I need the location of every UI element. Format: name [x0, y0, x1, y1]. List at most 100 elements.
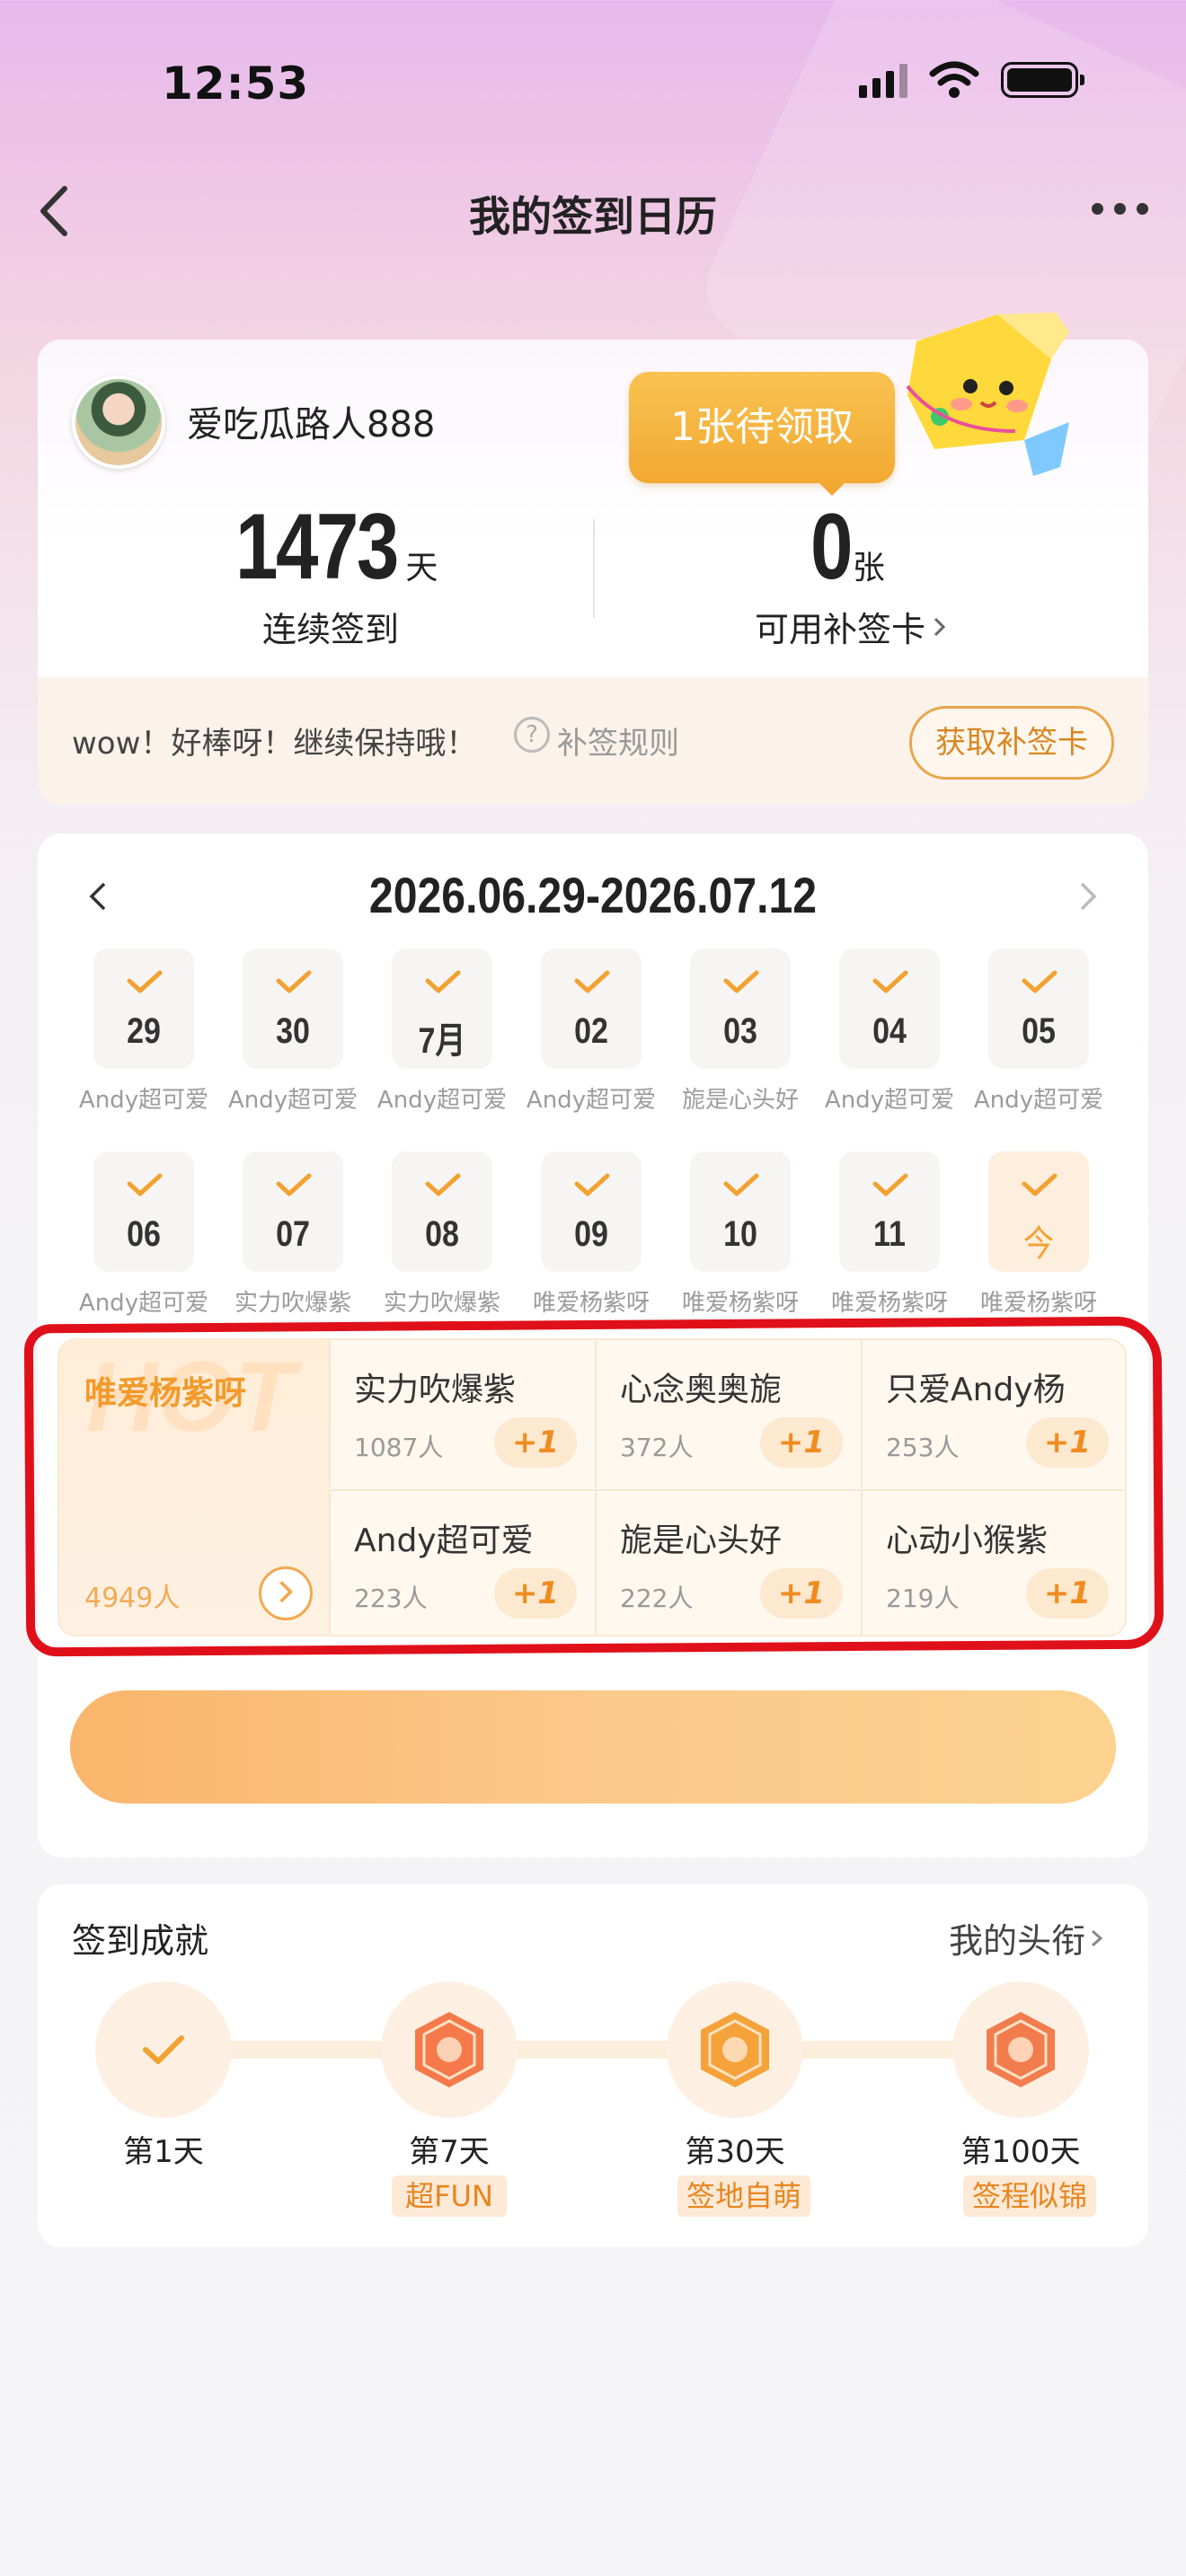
status-icons — [859, 61, 1084, 99]
calendar-day[interactable]: 11 — [839, 1151, 940, 1272]
day-signin-name: Andy超可爱 — [526, 1087, 657, 1114]
day-signin-name: Andy超可爱 — [78, 1087, 209, 1114]
calendar-day[interactable]: 29 — [93, 948, 194, 1069]
calendar-day[interactable]: 07 — [243, 1151, 343, 1272]
cards-unit: 张 — [852, 550, 885, 587]
calendar-day[interactable]: 今 — [988, 1151, 1089, 1272]
check-icon — [276, 1173, 312, 1196]
page-title: 我的签到日历 — [469, 192, 717, 241]
username: 爱吃瓜路人888 — [187, 404, 436, 446]
achievement-track — [162, 2041, 1024, 2059]
day-number: 06 — [127, 1214, 161, 1254]
day-number: 10 — [723, 1214, 757, 1254]
day-signin-name: 唯爱杨紫呀 — [830, 1290, 948, 1317]
my-titles-label: 我的头衔 — [949, 1921, 1086, 1961]
day-signin-name: Andy超可爱 — [376, 1087, 508, 1114]
medal-title-tag: 签程似锦 — [963, 2175, 1097, 2217]
calendar-day[interactable]: 10 — [690, 1151, 791, 1272]
day-number: 03 — [723, 1011, 757, 1051]
calendar-day[interactable]: 30 — [243, 948, 343, 1069]
streak-stat: 1473 天 — [235, 494, 438, 601]
badge-icon — [987, 2012, 1055, 2087]
check-icon — [574, 1173, 610, 1196]
day-number: 09 — [574, 1214, 608, 1254]
day-signin-name: Andy超可爱 — [824, 1087, 955, 1114]
battery-icon — [1001, 62, 1084, 98]
wifi-icon — [929, 61, 979, 98]
calendar-day[interactable]: 08 — [392, 1151, 492, 1272]
question-icon[interactable]: ? — [514, 717, 550, 753]
check-icon — [425, 970, 461, 993]
check-icon — [1022, 1173, 1058, 1196]
streak-value: 1473 — [235, 495, 399, 599]
achievements-title: 签到成就 — [72, 1921, 209, 1961]
calendar-day[interactable]: 06 — [93, 1151, 194, 1272]
calendar-day[interactable]: 04 — [839, 948, 940, 1069]
calendar-day[interactable]: 7月 — [392, 948, 492, 1069]
day-signin-name: 实力吹爆紫 — [383, 1290, 500, 1317]
check-icon — [574, 970, 610, 993]
date-range: 2026.06.29-2026.07.12 — [368, 867, 818, 923]
check-icon — [276, 970, 312, 993]
medal-day-label: 第1天 — [123, 2134, 204, 2170]
check-icon — [723, 970, 759, 993]
my-titles-link[interactable]: 我的头衔 — [949, 1913, 1107, 1963]
chevron-right-icon — [934, 617, 946, 636]
next-week-arrow-icon[interactable] — [1069, 878, 1105, 914]
medal-day-label: 第7天 — [409, 2134, 490, 2170]
cards-label: 可用补签卡 — [755, 610, 926, 649]
cards-stat[interactable]: 0张 — [810, 494, 885, 601]
day-signin-name: Andy超可爱 — [78, 1290, 209, 1317]
rules-link[interactable]: 补签规则 — [557, 719, 679, 763]
streak-label: 连续签到 — [262, 610, 400, 649]
badge-icon — [701, 2012, 769, 2087]
calendar-day[interactable]: 02 — [541, 948, 642, 1069]
avatar[interactable] — [72, 375, 165, 469]
day-signin-name: 唯爱杨紫呀 — [681, 1290, 799, 1317]
cards-value: 0 — [810, 495, 853, 599]
check-icon — [127, 1173, 163, 1196]
pending-card-bubble[interactable]: 1张待领取 — [629, 372, 895, 483]
day-number: 04 — [872, 1011, 907, 1051]
day-number: 08 — [425, 1214, 459, 1254]
day-signin-name: 旎是心头好 — [681, 1087, 799, 1114]
achievement-medal[interactable] — [667, 1981, 803, 2118]
streak-unit: 天 — [405, 550, 438, 587]
day-number: 05 — [1022, 1011, 1056, 1051]
signal-icon — [859, 62, 907, 98]
sign-in-button[interactable] — [70, 1690, 1116, 1804]
stat-divider — [593, 519, 595, 618]
achievement-medal[interactable] — [952, 1981, 1089, 2118]
medal-day-label: 第100天 — [960, 2134, 1081, 2170]
day-signin-name: 实力吹爆紫 — [234, 1290, 351, 1317]
check-icon — [425, 1173, 461, 1196]
day-number: 02 — [574, 1011, 608, 1051]
calendar-day[interactable]: 05 — [988, 948, 1089, 1069]
day-signin-name: Andy超可爱 — [973, 1087, 1104, 1114]
check-icon — [1022, 970, 1058, 993]
day-number: 30 — [276, 1011, 310, 1051]
encouragement-text: wow！好棒呀！继续保持哦！ — [72, 726, 477, 762]
chevron-right-icon — [1092, 1929, 1103, 1946]
check-icon — [872, 1173, 908, 1196]
cards-link[interactable]: 可用补签卡 — [755, 602, 951, 651]
day-number: 11 — [873, 1214, 906, 1254]
get-makeup-card-button[interactable]: 获取补签卡 — [909, 706, 1114, 780]
more-options-icon[interactable] — [1092, 203, 1148, 215]
check-icon — [127, 970, 163, 993]
day-number: 今 — [1023, 1224, 1054, 1264]
check-icon — [872, 970, 908, 993]
achievement-medal[interactable] — [95, 1981, 232, 2118]
red-annotation-outline — [23, 1316, 1164, 1657]
day-number: 29 — [127, 1011, 161, 1051]
check-icon — [143, 2035, 184, 2064]
day-signin-name: Andy超可爱 — [227, 1087, 358, 1114]
check-icon — [723, 1173, 759, 1196]
status-time: 12:53 — [162, 57, 310, 110]
bubble-tail — [814, 478, 850, 496]
calendar-day[interactable]: 03 — [690, 948, 791, 1069]
mascot-icon — [906, 313, 1069, 476]
medal-day-label: 第30天 — [685, 2134, 785, 2170]
calendar-day[interactable]: 09 — [541, 1151, 642, 1272]
achievement-medal[interactable] — [381, 1981, 518, 2118]
